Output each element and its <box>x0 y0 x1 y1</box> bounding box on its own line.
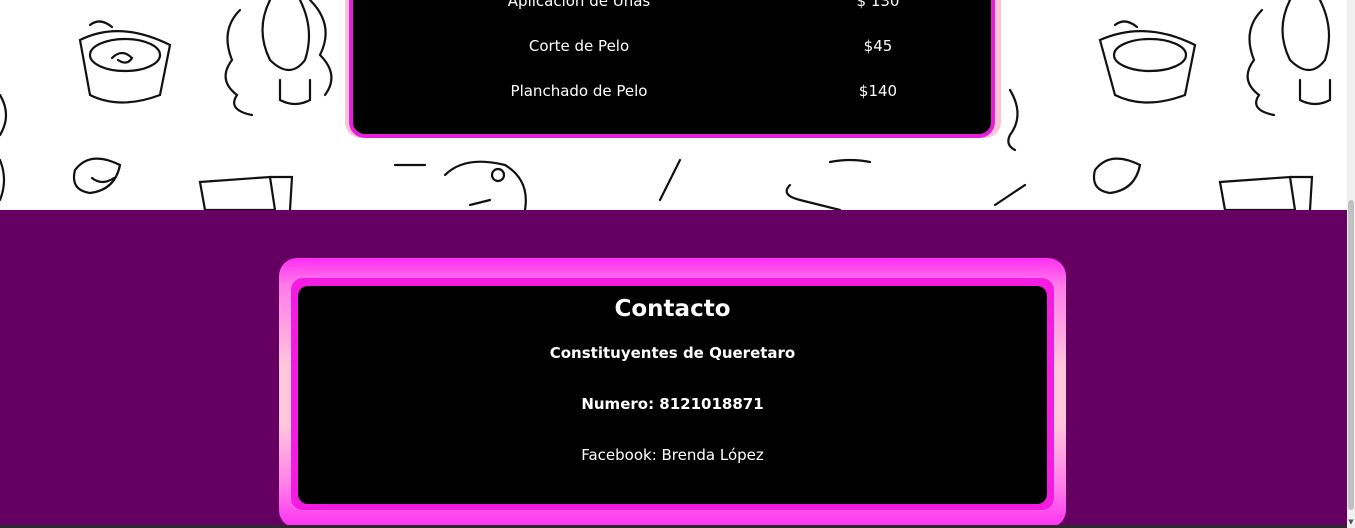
blush-brush-icon <box>72 157 294 210</box>
curl-icon <box>0 93 8 137</box>
curl-icon <box>0 158 6 202</box>
hair-dye-bowl-icon <box>78 20 172 104</box>
vertical-scrollbar[interactable]: ▼ <box>1347 0 1355 528</box>
contact-frame: Contacto Constituyentes de Queretaro Num… <box>279 258 1066 528</box>
service-price: $140 <box>858 82 898 100</box>
service-price: $45 <box>863 37 893 55</box>
service-price: $ 130 <box>856 0 900 10</box>
blush-brush-icon <box>1092 157 1314 210</box>
hair-dryer-icon <box>393 160 527 210</box>
service-name: Corte de Pelo <box>528 37 630 55</box>
price-list-card: Aplicación de Uñas $ 130 Corte de Pelo $… <box>349 0 995 138</box>
service-name: Planchado de Pelo <box>510 82 648 100</box>
scroll-down-icon[interactable]: ▼ <box>1347 518 1355 526</box>
face-sketch-icon <box>224 0 333 117</box>
contact-section: Contacto Constituyentes de Queretaro Num… <box>0 210 1347 528</box>
contact-facebook-link[interactable]: Facebook: Brenda López <box>298 446 1047 464</box>
contact-box: Contacto Constituyentes de Queretaro Num… <box>298 286 1047 504</box>
comb-icon <box>785 158 1027 210</box>
face-sketch-icon <box>1246 0 1332 117</box>
contact-phone: Numero: 8121018871 <box>581 395 764 413</box>
hair-dye-bowl-icon <box>1098 20 1197 104</box>
curl-icon <box>1007 88 1019 152</box>
pencil-icon <box>658 158 682 202</box>
scrollbar-thumb[interactable] <box>1348 200 1354 510</box>
contact-title: Contacto <box>614 296 731 322</box>
service-name: Aplicación de Uñas <box>507 0 651 10</box>
contact-address: Constituyentes de Queretaro <box>549 344 796 362</box>
